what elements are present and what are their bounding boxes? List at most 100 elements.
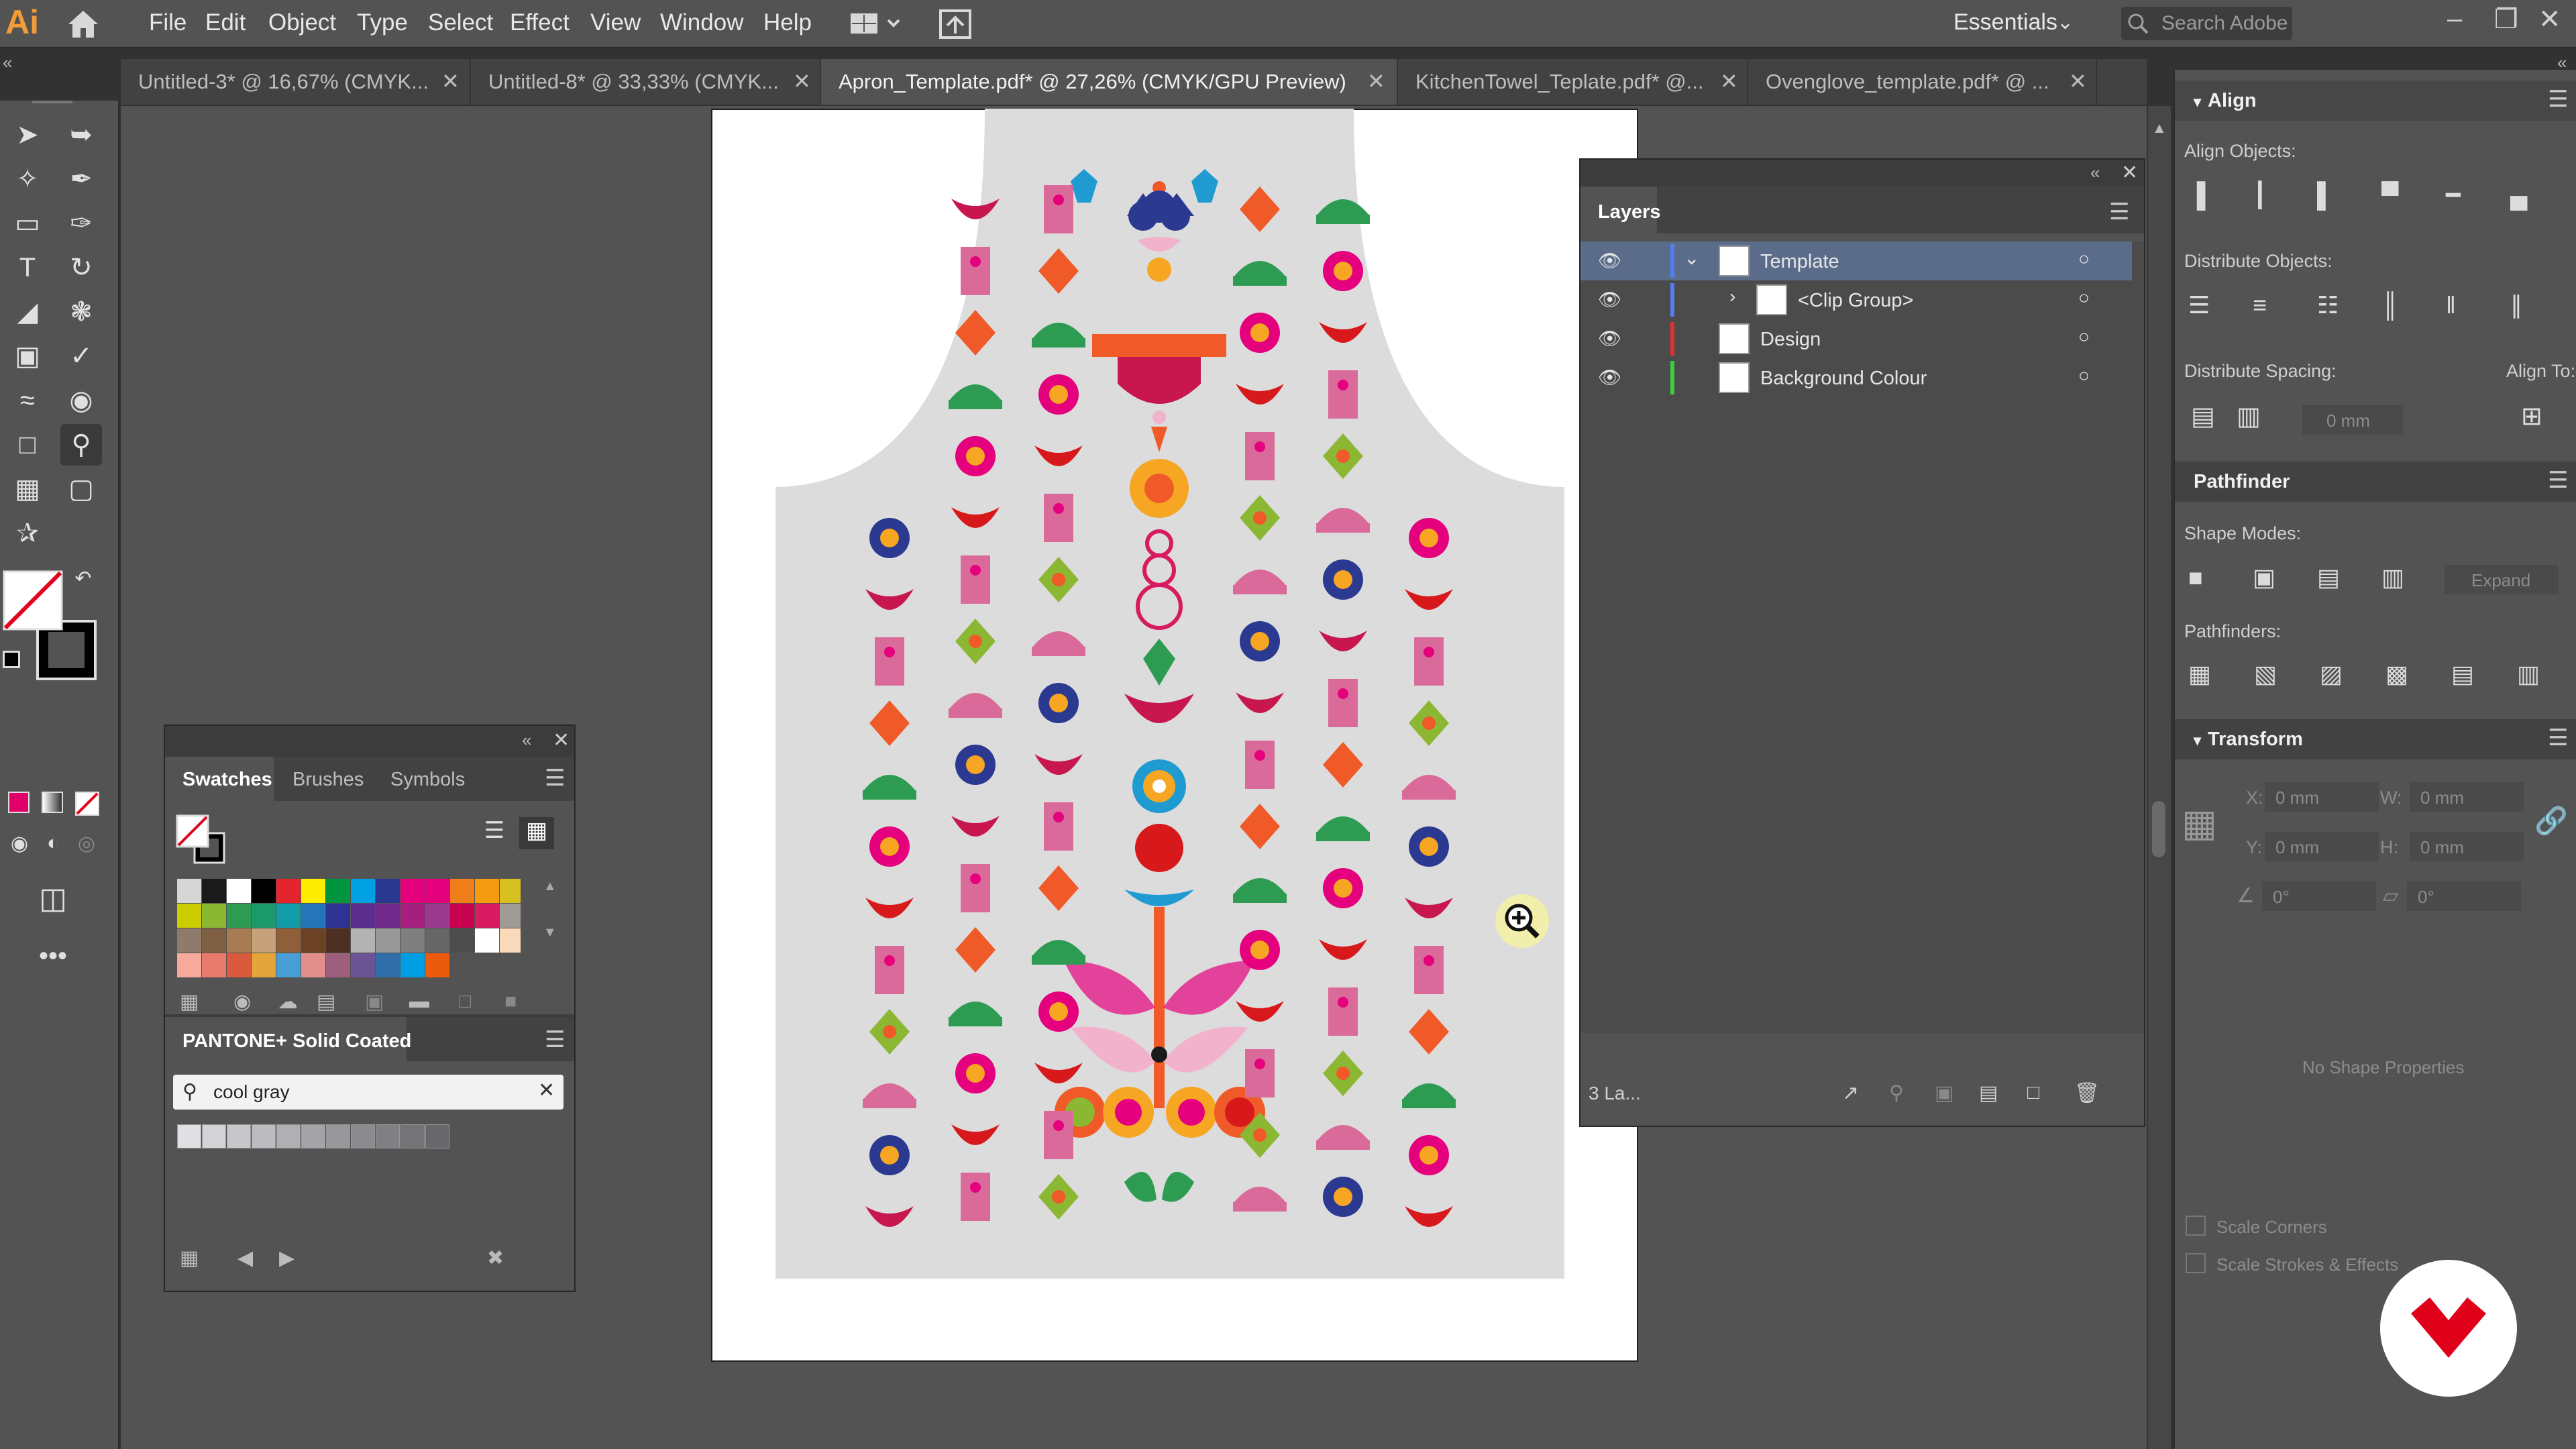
align-4-icon[interactable]: ▀ — [2381, 181, 2414, 211]
pathfinder-2-icon[interactable]: ▧ — [2254, 660, 2286, 690]
color-swatch[interactable] — [252, 928, 276, 953]
color-swatch[interactable] — [326, 904, 350, 928]
color-swatch[interactable] — [351, 879, 375, 903]
target-circle-icon[interactable]: ○ — [2078, 287, 2090, 309]
distribute-2-icon[interactable]: ≡ — [2253, 291, 2285, 321]
align-3-icon[interactable]: ▌ — [2317, 181, 2349, 211]
layer-name[interactable]: Background Colour — [1760, 368, 1927, 390]
panel-menu-icon[interactable]: ☰ — [2109, 199, 2129, 225]
vertical-spacing-icon[interactable]: ▤ — [2191, 401, 2215, 431]
type-tool-icon[interactable]: T — [7, 247, 48, 288]
color-swatch[interactable] — [326, 953, 350, 977]
color-swatch[interactable] — [276, 904, 301, 928]
cool-gray-swatch[interactable] — [400, 1124, 425, 1148]
color-swatch[interactable] — [425, 879, 449, 903]
pathfinder-menu-icon[interactable]: ☰ — [2548, 467, 2568, 494]
cool-gray-swatch[interactable] — [301, 1124, 325, 1148]
selection-tool-icon[interactable]: ➤ — [7, 114, 48, 156]
panel-menu-icon[interactable]: ☰ — [545, 765, 565, 792]
color-swatch[interactable] — [400, 953, 425, 977]
chevron-down-icon[interactable]: ⌄ — [2057, 11, 2074, 34]
new-group-icon[interactable]: ▬ — [409, 990, 429, 1013]
color-swatch[interactable] — [276, 879, 301, 903]
swatch-libraries-icon[interactable]: ▦ — [180, 1246, 199, 1270]
gradient-mode-icon[interactable] — [42, 792, 63, 813]
layer-row-template[interactable]: 👁 ⌄ Template ○ — [1580, 241, 2132, 280]
cool-gray-swatch[interactable] — [202, 1124, 226, 1148]
target-circle-icon[interactable]: ○ — [2078, 248, 2090, 270]
close-icon[interactable]: ✕ — [2538, 4, 2561, 35]
color-swatch[interactable] — [400, 928, 425, 953]
close-tab-icon[interactable]: ✕ — [1720, 68, 1738, 94]
color-mode-icon[interactable] — [8, 792, 30, 813]
y-input[interactable]: 0 mm — [2265, 832, 2379, 861]
cool-gray-swatch[interactable] — [276, 1124, 301, 1148]
workspace-switcher[interactable]: Essentials — [1953, 9, 2057, 36]
pen-tool-icon[interactable]: ✒ — [60, 158, 102, 200]
color-group-icon[interactable]: ▣ — [365, 990, 384, 1014]
distribute-6-icon[interactable]: ∥ — [2510, 291, 2542, 321]
color-swatch[interactable] — [276, 928, 301, 953]
width-tool-icon[interactable]: ≈ — [7, 380, 48, 421]
publish-icon[interactable] — [938, 8, 974, 40]
color-swatch[interactable] — [252, 904, 276, 928]
layer-name[interactable]: Template — [1760, 251, 1839, 273]
tab-swatches-label[interactable]: Swatches — [182, 769, 272, 791]
color-swatch[interactable] — [177, 879, 201, 903]
color-swatch[interactable] — [475, 928, 499, 953]
puppet-warp-tool-icon[interactable]: ✰ — [7, 513, 48, 554]
collapse-toolbar-icon[interactable]: « — [3, 52, 12, 73]
color-swatch[interactable] — [326, 879, 350, 903]
x-input[interactable]: 0 mm — [2265, 782, 2379, 812]
h-input[interactable]: 0 mm — [2410, 832, 2524, 861]
close-tab-icon[interactable]: ✕ — [1367, 68, 1385, 94]
swatches-panel-header[interactable]: « ✕ — [165, 726, 574, 757]
menu-type[interactable]: Type — [357, 9, 408, 36]
layer-row-background-colour[interactable]: 👁 Background Colour ○ — [1580, 358, 2132, 397]
next-library-icon[interactable]: ▶ — [279, 1246, 294, 1270]
color-swatch[interactable] — [301, 904, 325, 928]
align-6-icon[interactable]: ▄ — [2510, 181, 2542, 211]
color-swatch[interactable] — [177, 904, 201, 928]
color-swatch[interactable] — [425, 928, 449, 953]
make-clipping-mask-icon[interactable]: ▣ — [1935, 1081, 1953, 1105]
vertical-scrollbar[interactable]: ▲ — [2148, 106, 2171, 1449]
color-swatch[interactable] — [202, 879, 226, 903]
list-view-icon[interactable]: ☰ — [478, 817, 511, 848]
apron-artwork[interactable] — [775, 109, 1564, 1279]
color-swatch[interactable] — [475, 904, 499, 928]
transform-panel-title[interactable]: ▾ Transform — [2175, 719, 2576, 759]
show-kinds-icon[interactable]: ◉ — [233, 990, 251, 1014]
search-off-icon[interactable]: ✖ — [487, 1246, 504, 1270]
color-swatch[interactable] — [450, 879, 474, 903]
more-tools-icon[interactable]: ••• — [32, 935, 74, 977]
cool-gray-swatch[interactable] — [252, 1124, 276, 1148]
color-swatch[interactable] — [177, 953, 201, 977]
color-swatch[interactable] — [351, 904, 375, 928]
align-1-icon[interactable]: ▐ — [2188, 181, 2220, 211]
create-new-layer-icon[interactable]: □ — [2027, 1081, 2039, 1104]
fill-none-swatch[interactable] — [3, 570, 63, 631]
color-swatch[interactable] — [500, 928, 521, 953]
rectangle-tool-icon[interactable]: ▭ — [7, 203, 48, 244]
previous-library-icon[interactable]: ◀ — [237, 1246, 253, 1270]
transform-menu-icon[interactable]: ☰ — [2548, 724, 2568, 751]
collapse-panel-icon[interactable]: « — [2090, 162, 2100, 183]
menu-view[interactable]: View — [590, 9, 641, 36]
swap-fill-stroke-icon[interactable]: ↶ — [70, 565, 97, 592]
locate-object-icon[interactable]: ⚲ — [1889, 1081, 1904, 1105]
paintbrush-tool-icon[interactable]: ✑ — [60, 203, 102, 244]
shape-mode-2-icon[interactable]: ▣ — [2253, 564, 2285, 593]
color-swatch[interactable] — [376, 879, 400, 903]
collapse-panel-icon[interactable]: « — [522, 730, 531, 751]
tab-ovenglove[interactable]: Ovenglove_template.pdf* @ ... ✕ — [1748, 59, 2097, 105]
library-search-field[interactable]: ⚲ cool gray ✕ — [173, 1075, 564, 1110]
toolbar-grip[interactable] — [32, 101, 72, 103]
export-icon[interactable]: ↗ — [1842, 1081, 1859, 1105]
reference-point-icon[interactable]: ▦ — [2182, 801, 2217, 845]
color-swatch[interactable] — [450, 904, 474, 928]
cool-gray-swatch[interactable] — [177, 1124, 201, 1148]
color-swatch[interactable] — [301, 879, 325, 903]
shape-mode-3-icon[interactable]: ▤ — [2317, 564, 2349, 593]
swatch-grid[interactable] — [177, 879, 521, 979]
